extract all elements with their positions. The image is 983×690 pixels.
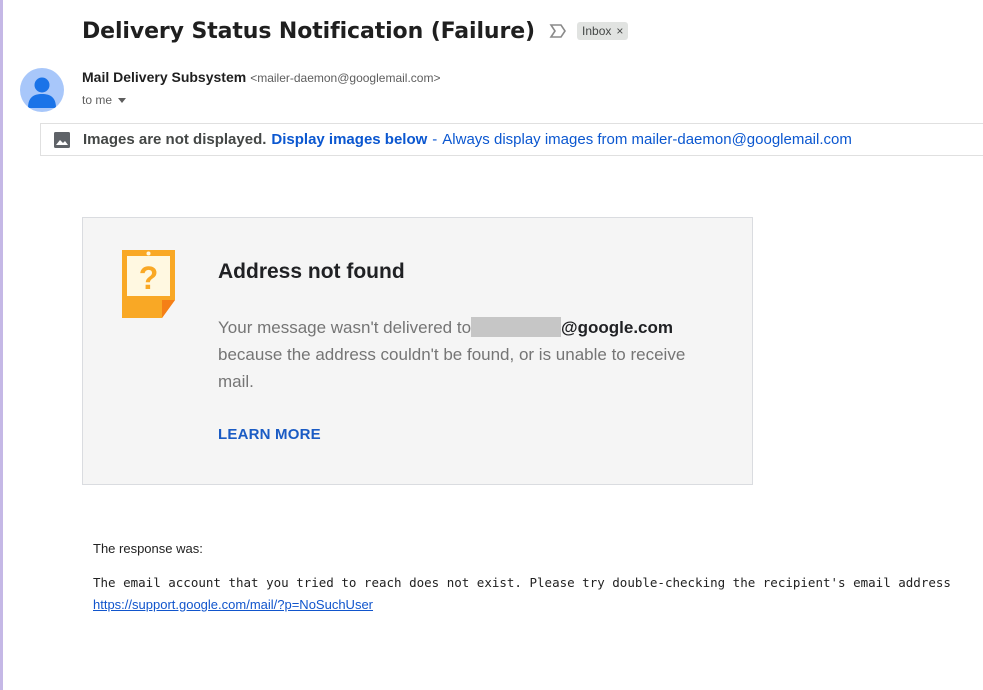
card-message-prefix: Your message wasn't delivered to xyxy=(218,318,472,337)
card-message: Your message wasn't delivered to @google.… xyxy=(218,314,718,395)
left-rail xyxy=(0,0,3,690)
recipient-details-toggle[interactable]: to me xyxy=(82,93,127,107)
images-notice-text: Images are not displayed. xyxy=(83,131,267,148)
recipient-domain: @google.com xyxy=(561,318,674,337)
subject-row: Delivery Status Notification (Failure) I… xyxy=(82,14,629,48)
sender-row: Mail Delivery Subsystem <mailer-daemon@g… xyxy=(82,69,440,85)
question-note-icon: ? xyxy=(122,250,175,318)
support-link[interactable]: https://support.google.com/mail/?p=NoSuc… xyxy=(93,597,373,612)
card-message-suffix: because the address couldn't be found, o… xyxy=(218,345,686,391)
display-images-link[interactable]: Display images below xyxy=(271,131,427,148)
importance-marker-icon[interactable] xyxy=(549,23,569,39)
sender-name[interactable]: Mail Delivery Subsystem xyxy=(82,69,246,85)
always-display-images-link[interactable]: Always display images from mailer-daemon… xyxy=(442,131,852,148)
bounce-card: ? Address not found Your message wasn't … xyxy=(82,217,753,485)
chevron-down-icon xyxy=(118,98,127,103)
remove-label-icon[interactable]: × xyxy=(616,24,623,38)
images-bar-separator: - xyxy=(432,131,438,148)
response-label: The response was: xyxy=(93,541,203,556)
sender-email: <mailer-daemon@googlemail.com> xyxy=(250,71,441,85)
card-title: Address not found xyxy=(218,260,405,283)
email-subject: Delivery Status Notification (Failure) xyxy=(82,18,536,44)
default-avatar-icon xyxy=(28,77,56,108)
sender-avatar[interactable] xyxy=(20,68,64,112)
recipient-text: to me xyxy=(82,93,113,107)
svg-text:?: ? xyxy=(139,260,159,296)
image-placeholder-icon xyxy=(54,131,70,148)
redacted-recipient xyxy=(471,317,562,337)
response-text: The email account that you tried to reac… xyxy=(93,575,951,590)
learn-more-link[interactable]: LEARN MORE xyxy=(218,426,321,443)
inbox-label-text: Inbox xyxy=(582,24,612,38)
images-not-displayed-bar: Images are not displayed. Display images… xyxy=(40,123,983,156)
inbox-label-chip[interactable]: Inbox × xyxy=(577,22,629,40)
